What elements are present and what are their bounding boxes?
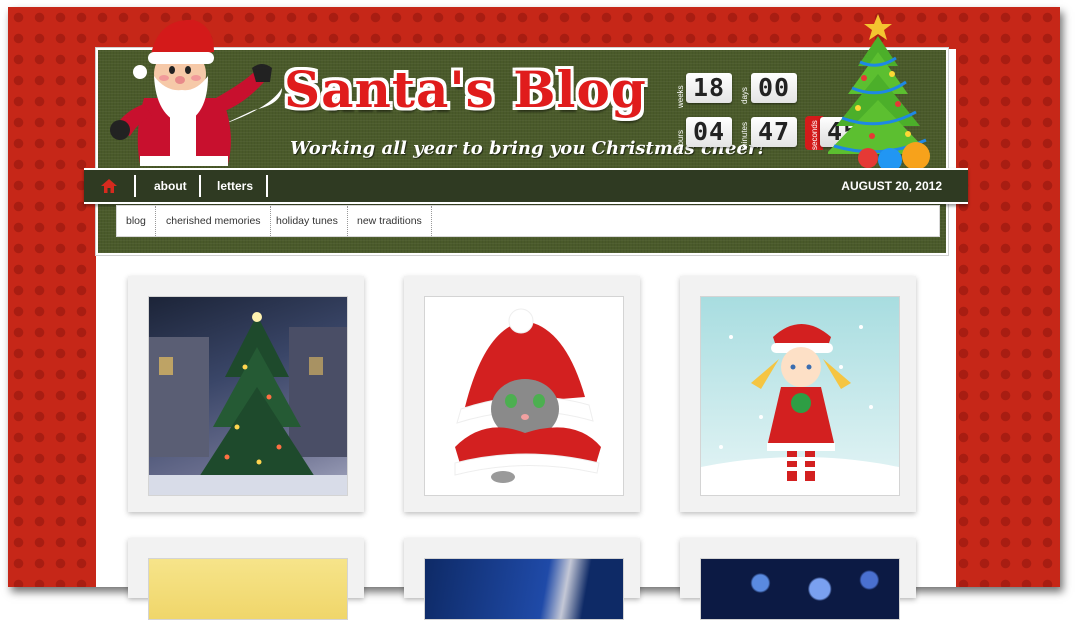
countdown-minutes: 47 — [751, 117, 797, 147]
countdown-days-label: days — [740, 87, 749, 104]
subnav-item-new-traditions[interactable]: new traditions — [348, 206, 432, 236]
gallery-card[interactable] — [680, 276, 916, 512]
countdown-weeks-label: weeks — [676, 85, 685, 108]
subnav-item-holiday-tunes[interactable]: holiday tunes — [267, 206, 348, 236]
countdown-days: 00 — [751, 73, 797, 103]
main-nav: about letters AUGUST 20, 2012 — [84, 168, 968, 204]
gallery-card[interactable] — [680, 538, 916, 620]
nav-item-about[interactable]: about — [154, 179, 187, 193]
gallery-card[interactable] — [404, 538, 640, 620]
subnav-item-blog[interactable]: blog — [117, 206, 156, 236]
countdown-hours: 04 — [686, 117, 732, 147]
gallery-card[interactable] — [404, 276, 640, 512]
santa-illustration — [110, 19, 282, 166]
nav-item-letters[interactable]: letters — [217, 179, 253, 193]
subnav-item-cherished-memories[interactable]: cherished memories — [157, 206, 271, 236]
countdown-weeks: 18 — [686, 73, 732, 103]
christmas-tree-photo[interactable] — [148, 296, 348, 496]
nav-separator — [266, 175, 268, 197]
countdown-seconds-label: seconds — [810, 120, 819, 150]
gallery-photo[interactable] — [700, 558, 900, 620]
kitten-in-santa-suit-photo[interactable] — [424, 296, 624, 496]
gallery-photo[interactable] — [148, 558, 348, 620]
sub-nav: blog cherished memories holiday tunes ne… — [116, 205, 940, 237]
countdown-hours-label: hours — [676, 129, 685, 150]
christmas-girl-illustration[interactable] — [700, 296, 900, 496]
christmas-tree-illustration — [828, 14, 930, 170]
nav-separator — [134, 175, 136, 197]
blog-title[interactable]: Santa's Blog — [284, 60, 647, 119]
gallery-card[interactable] — [128, 276, 364, 512]
gallery-photo[interactable] — [424, 558, 624, 620]
nav-separator — [199, 175, 201, 197]
countdown-minutes-label: minutes — [740, 121, 749, 150]
gallery-card[interactable] — [128, 538, 364, 620]
current-date: AUGUST 20, 2012 — [841, 179, 942, 193]
home-icon[interactable] — [100, 178, 118, 194]
